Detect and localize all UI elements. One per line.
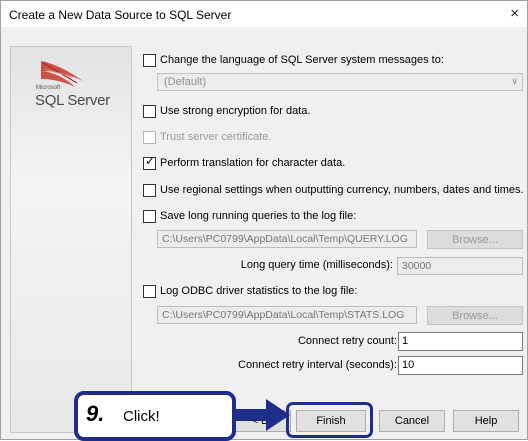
trust-certificate-option: Trust server certificate. [143, 129, 271, 145]
save-long-queries-checkbox[interactable] [143, 209, 156, 223]
pointer-arrow-icon [234, 399, 290, 431]
chevron-down-icon: ∨ [511, 76, 518, 86]
help-button[interactable]: Help [453, 410, 519, 432]
log-odbc-stats-checkbox[interactable] [143, 284, 156, 298]
trust-certificate-label: Trust server certificate. [160, 131, 272, 143]
language-select: (Default) ∨ [157, 73, 523, 91]
dialog-window: Create a New Data Source to SQL Server ×… [0, 0, 528, 440]
browse-stats-log-button: Browse... [427, 306, 523, 325]
regional-settings-option[interactable]: Use regional settings when outputting cu… [143, 182, 524, 198]
strong-encryption-option[interactable]: Use strong encryption for data. [143, 103, 310, 119]
sql-server-logo-panel: Microsoft SQL Server [10, 46, 132, 433]
save-long-queries-label: Save long running queries to the log fil… [160, 210, 357, 222]
trust-certificate-checkbox [143, 130, 156, 144]
logo-brand-small: Microsoft [36, 85, 61, 91]
connect-retry-count-label: Connect retry count: [297, 335, 397, 347]
change-language-option[interactable]: Change the language of SQL Server system… [143, 52, 444, 68]
strong-encryption-checkbox[interactable] [143, 104, 156, 118]
query-log-path-field: C:\Users\PC0799\AppData\Local\Temp\QUERY… [157, 230, 417, 248]
checkmark-icon: ✓ [145, 153, 156, 168]
save-long-queries-option[interactable]: Save long running queries to the log fil… [143, 208, 356, 224]
finish-highlight [286, 402, 373, 438]
title-bar: Create a New Data Source to SQL Server × [1, 1, 527, 27]
log-odbc-stats-label: Log ODBC driver statistics to the log fi… [160, 285, 358, 297]
language-select-value: (Default) [164, 76, 207, 88]
cancel-button[interactable]: Cancel [379, 410, 445, 432]
step-instruction: Click! [123, 408, 160, 425]
stats-log-path-field: C:\Users\PC0799\AppData\Local\Temp\STATS… [157, 306, 417, 324]
perform-translation-option[interactable]: ✓ Perform translation for character data… [143, 153, 346, 171]
change-language-checkbox[interactable] [143, 53, 156, 67]
step-callout: 9. Click! [74, 391, 236, 441]
strong-encryption-label: Use strong encryption for data. [160, 105, 311, 117]
long-query-time-field: 30000 [397, 257, 523, 275]
log-odbc-stats-option[interactable]: Log ODBC driver statistics to the log fi… [143, 283, 357, 299]
logo-brand-text: SQL Server [35, 92, 110, 109]
change-language-label: Change the language of SQL Server system… [160, 54, 444, 66]
window-title: Create a New Data Source to SQL Server [9, 8, 232, 22]
connect-retry-count-input[interactable]: 1 [398, 332, 523, 351]
step-number: 9. [86, 401, 105, 426]
connect-retry-interval-label: Connect retry interval (seconds): [238, 359, 397, 371]
long-query-time-label: Long query time (milliseconds): [240, 259, 393, 271]
close-icon[interactable]: × [510, 5, 519, 22]
connect-retry-interval-input[interactable]: 10 [398, 356, 523, 375]
regional-settings-checkbox[interactable] [143, 183, 156, 197]
browse-query-log-button: Browse... [427, 230, 523, 249]
perform-translation-checkbox[interactable]: ✓ [143, 153, 156, 170]
regional-settings-label: Use regional settings when outputting cu… [160, 184, 524, 196]
perform-translation-label: Perform translation for character data. [160, 157, 346, 169]
